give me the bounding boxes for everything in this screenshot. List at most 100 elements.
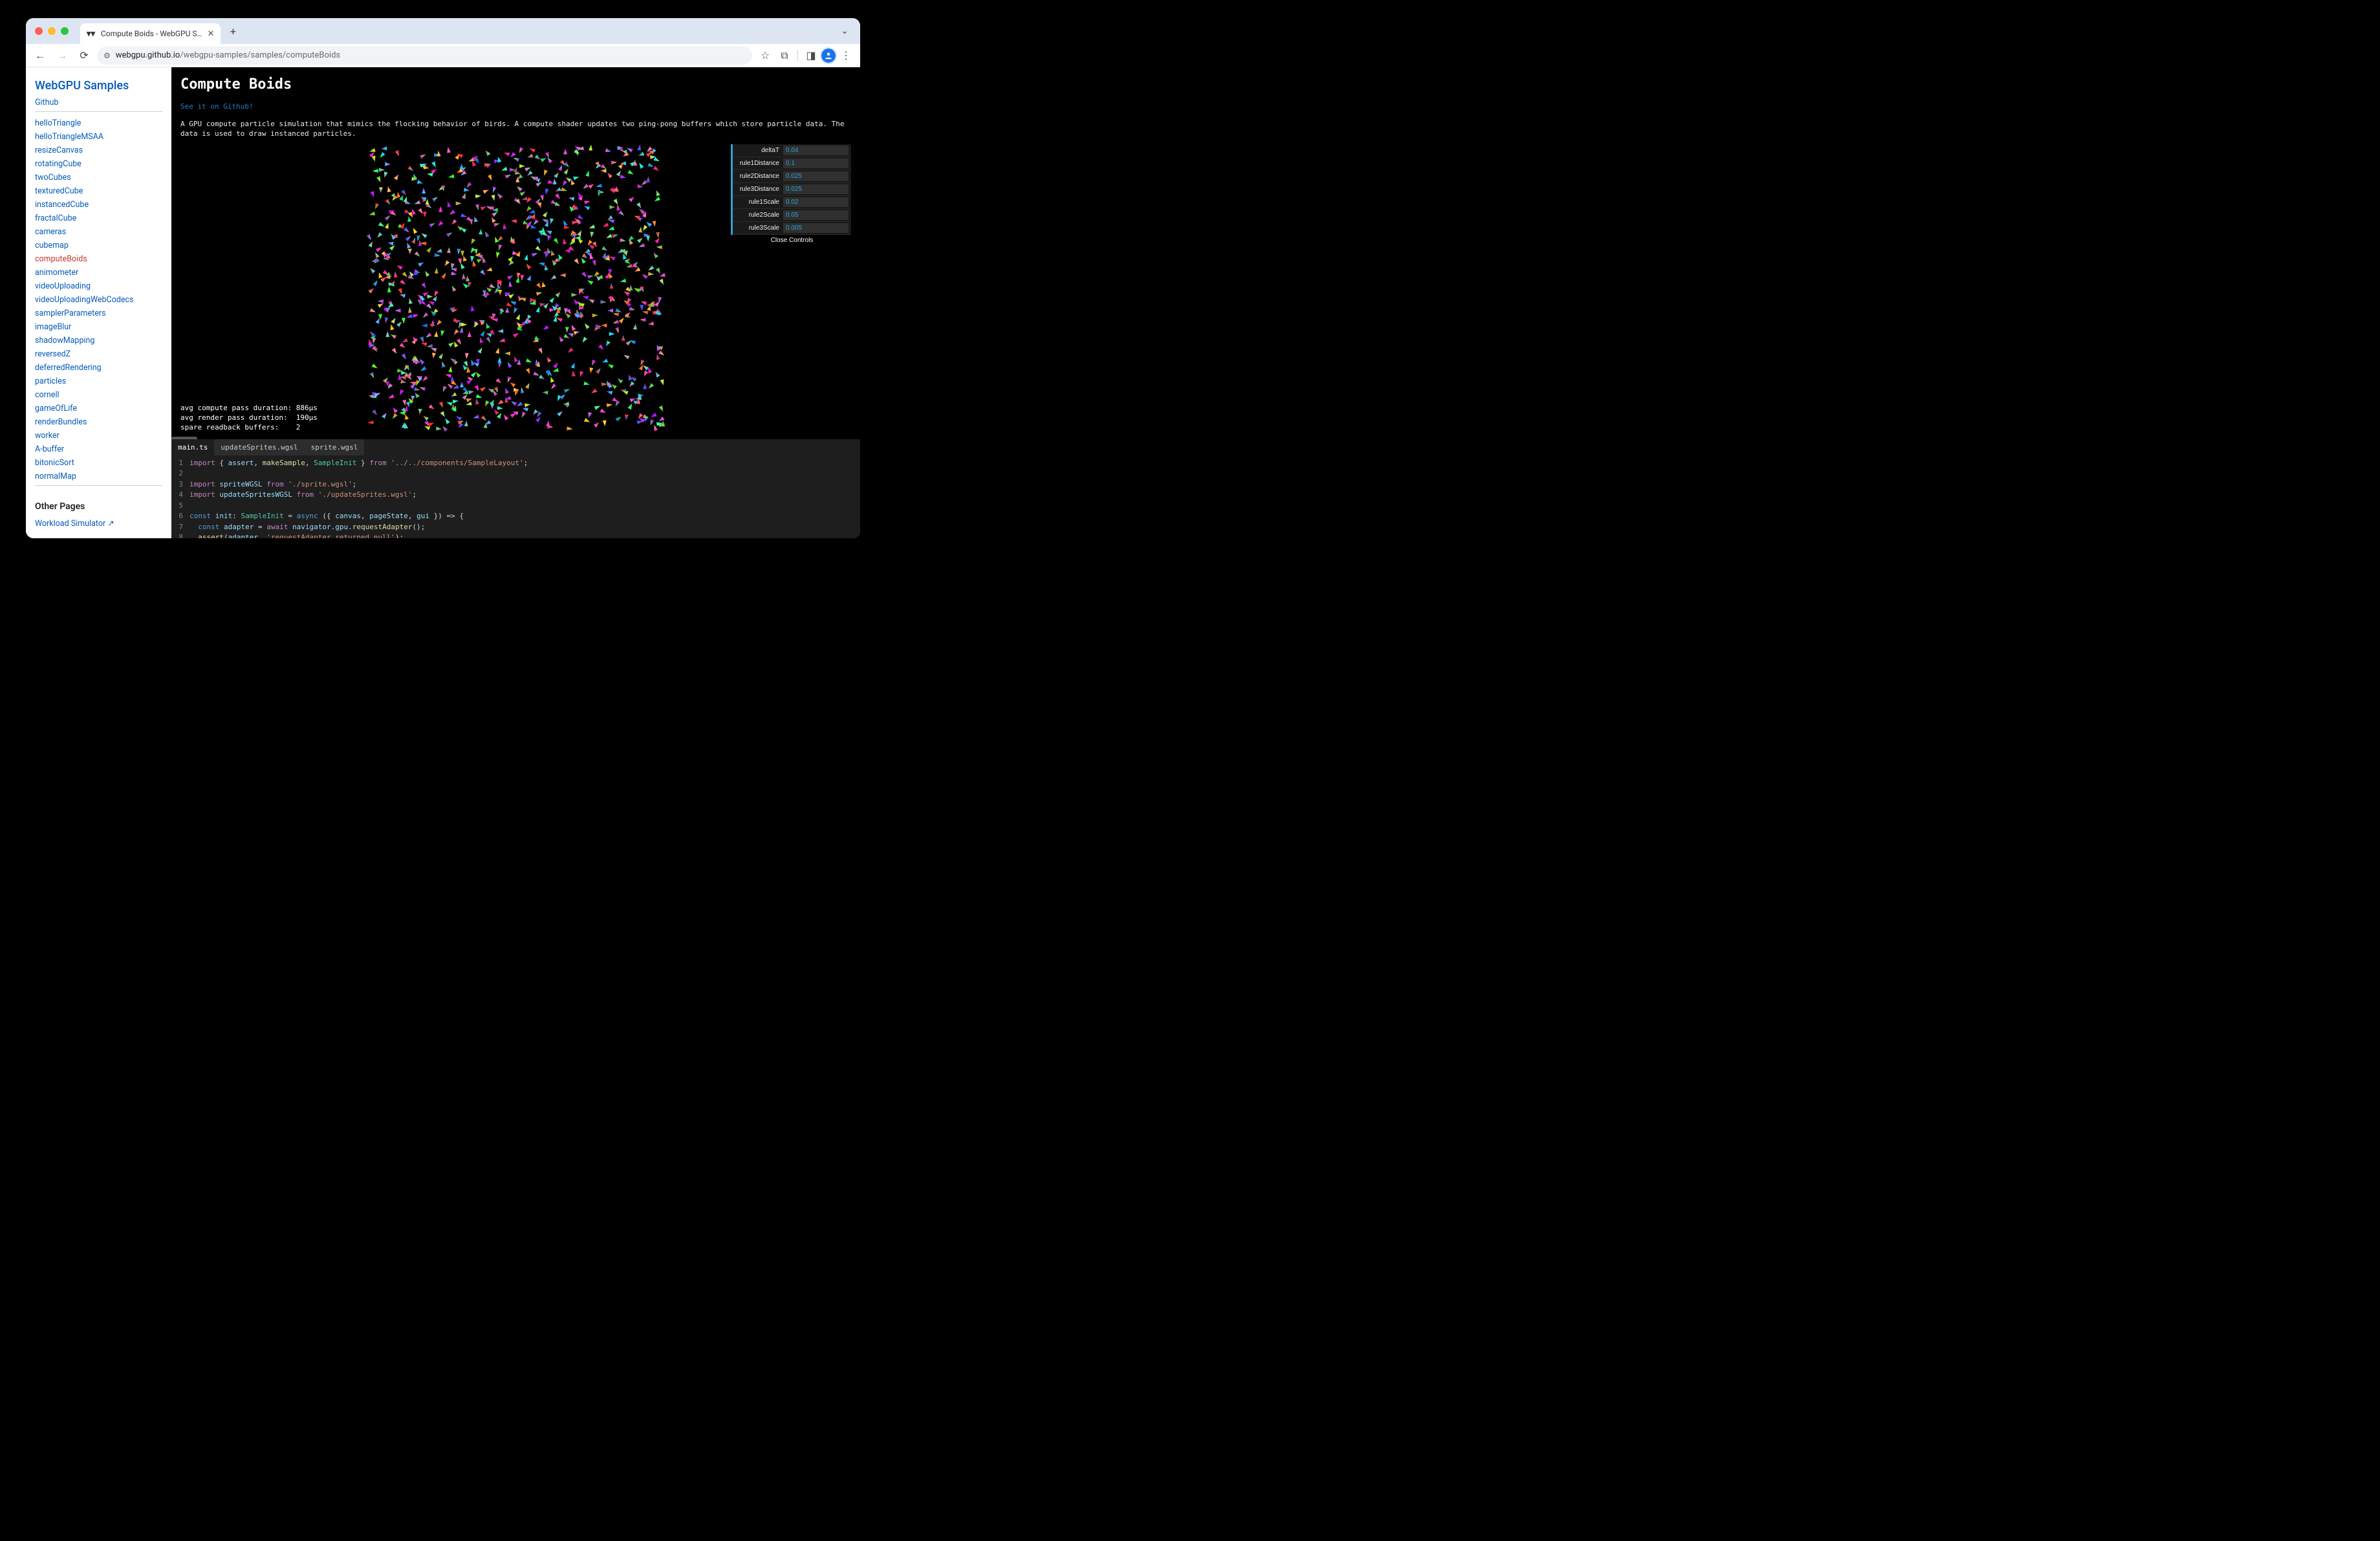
code-line: 6const init: SampleInit = async ({ canva… <box>171 511 860 522</box>
sidebar-divider <box>35 111 162 112</box>
sample-link-A-buffer[interactable]: A-buffer <box>35 444 64 454</box>
bookmark-icon[interactable]: ☆ <box>756 47 774 65</box>
page-description: A GPU compute particle simulation that m… <box>180 119 851 139</box>
other-pages-list: Workload Simulator ↗ <box>35 518 162 529</box>
sample-link-worker[interactable]: worker <box>35 431 60 441</box>
sidebar-item: computeBoids <box>35 254 162 264</box>
sample-link-texturedCube[interactable]: texturedCube <box>35 186 83 196</box>
menu-icon[interactable]: ⋮ <box>837 47 855 65</box>
gui-label: rule2Scale <box>733 212 783 219</box>
sample-link-computeBoids[interactable]: computeBoids <box>35 254 87 264</box>
sample-link-helloTriangle[interactable]: helloTriangle <box>35 118 81 128</box>
sample-link-particles[interactable]: particles <box>35 377 66 386</box>
gui-label: deltaT <box>733 147 783 154</box>
sample-link-gameOfLife[interactable]: gameOfLife <box>35 404 77 413</box>
sidebar-title: WebGPU Samples <box>35 79 162 93</box>
other-pages-heading: Other Pages <box>35 501 162 512</box>
code-tab-main-ts[interactable]: main.ts <box>171 439 214 455</box>
code-tab-updateSprites-wgsl[interactable]: updateSprites.wgsl <box>214 439 304 455</box>
sidebar-item: helloTriangleMSAA <box>35 132 162 142</box>
sample-link-instancedCube[interactable]: instancedCube <box>35 200 89 210</box>
sample-link-shadowMapping[interactable]: shadowMapping <box>35 336 94 345</box>
profile-avatar[interactable] <box>821 49 836 63</box>
site-settings-icon[interactable]: ⚙ <box>103 51 111 60</box>
sample-link-cameras[interactable]: cameras <box>35 227 66 237</box>
back-button[interactable]: ← <box>31 47 49 65</box>
side-panel-icon[interactable]: ◨ <box>802 47 820 65</box>
sample-link-cubemap[interactable]: cubemap <box>35 241 69 250</box>
code-tabs: main.tsupdateSprites.wgslsprite.wgsl <box>171 439 860 455</box>
gui-value-input[interactable]: 0.05 <box>783 210 849 220</box>
close-controls-button[interactable]: Close Controls <box>731 235 851 246</box>
sidebar-github-link[interactable]: Github <box>35 98 162 107</box>
gui-value-input[interactable]: 0.025 <box>783 184 849 194</box>
sample-link-twoCubes[interactable]: twoCubes <box>35 173 71 182</box>
gui-value-input[interactable]: 0.02 <box>783 197 849 207</box>
toolbar-actions: ☆ ⧉ ◨ ⋮ <box>756 47 855 65</box>
sample-link-fractalCube[interactable]: fractalCube <box>35 213 76 223</box>
gui-value-input[interactable]: 0.1 <box>783 158 849 168</box>
code-line: 5 <box>171 501 860 512</box>
see-on-github-link[interactable]: See it on Github! <box>180 102 254 111</box>
address-bar[interactable]: ⚙ webgpu.github.io/webgpu-samples/sample… <box>97 47 752 65</box>
sidebar-item: cubemap <box>35 241 162 250</box>
sample-link-imageBlur[interactable]: imageBlur <box>35 322 71 332</box>
sidebar-item: helloTriangle <box>35 118 162 128</box>
sidebar-item: A-buffer <box>35 444 162 454</box>
sidebar-item: twoCubes <box>35 173 162 182</box>
sample-link-helloTriangleMSAA[interactable]: helloTriangleMSAA <box>35 132 103 142</box>
code-body[interactable]: 1import { assert, makeSample, SampleInit… <box>171 455 860 538</box>
close-window-button[interactable] <box>35 27 43 35</box>
sample-link-samplerParameters[interactable]: samplerParameters <box>35 309 106 318</box>
page-content: WebGPU Samples Github helloTriangle hello… <box>26 67 860 538</box>
sidebar-item: shadowMapping <box>35 336 162 345</box>
sidebar-item: instancedCube <box>35 200 162 210</box>
sample-link-reversedZ[interactable]: reversedZ <box>35 349 70 359</box>
sample-link-animometer[interactable]: animometer <box>35 268 78 278</box>
sample-link-renderBundles[interactable]: renderBundles <box>35 417 87 427</box>
sample-link-cornell[interactable]: cornell <box>35 390 60 400</box>
sidebar-item: worker <box>35 431 162 441</box>
sidebar-item: videoUploadingWebCodecs <box>35 295 162 305</box>
code-tab-sprite-wgsl[interactable]: sprite.wgsl <box>305 439 365 455</box>
code-line: 3import spriteWGSL from './sprite.wgsl'; <box>171 479 860 490</box>
sample-link-deferredRendering[interactable]: deferredRendering <box>35 363 102 373</box>
sidebar-item: texturedCube <box>35 186 162 196</box>
gui-value-input[interactable]: 0.025 <box>783 171 849 181</box>
gui-row-rule2Scale: rule2Scale0.05 <box>733 209 851 222</box>
other-page-link[interactable]: Workload Simulator ↗ <box>35 519 114 529</box>
sidebar-item: particles <box>35 377 162 386</box>
url-text: webgpu.github.io/webgpu-samples/samples/… <box>116 50 340 60</box>
new-tab-button[interactable]: + <box>224 23 241 39</box>
sample-link-videoUploading[interactable]: videoUploading <box>35 281 91 291</box>
browser-window: ▾▾ Compute Boids - WebGPU S… ✕ + ⌄ ← → ⟳… <box>26 18 860 538</box>
sidebar-divider <box>35 485 162 486</box>
sidebar-item: imageBlur <box>35 322 162 332</box>
sidebar-item: samplerParameters <box>35 309 162 318</box>
tab-title: Compute Boids - WebGPU S… <box>101 29 202 38</box>
browser-tab[interactable]: ▾▾ Compute Boids - WebGPU S… ✕ <box>80 23 221 44</box>
sample-link-resizeCanvas[interactable]: resizeCanvas <box>35 146 83 155</box>
sidebar-item: deferredRendering <box>35 363 162 373</box>
sample-link-normalMap[interactable]: normalMap <box>35 472 76 481</box>
sample-link-bitonicSort[interactable]: bitonicSort <box>35 458 74 468</box>
forward-button[interactable]: → <box>53 47 71 65</box>
browser-toolbar: ← → ⟳ ⚙ webgpu.github.io/webgpu-samples/… <box>26 44 860 67</box>
reload-button[interactable]: ⟳ <box>75 47 93 65</box>
divider <box>797 50 798 61</box>
sidebar-item: animometer <box>35 268 162 278</box>
sample-link-rotatingCube[interactable]: rotatingCube <box>35 159 81 169</box>
tab-list-button[interactable]: ⌄ <box>837 23 852 39</box>
sample-link-videoUploadingWebCodecs[interactable]: videoUploadingWebCodecs <box>35 295 134 305</box>
maximize-window-button[interactable] <box>61 27 69 35</box>
close-tab-icon[interactable]: ✕ <box>208 29 215 39</box>
sidebar-item: normalMap <box>35 472 162 481</box>
gui-value-input[interactable]: 0.04 <box>783 146 849 155</box>
gui-value-input[interactable]: 0.005 <box>783 223 849 233</box>
extensions-icon[interactable]: ⧉ <box>775 47 794 65</box>
boids-canvas <box>365 144 666 432</box>
canvas-area: deltaT0.04rule1Distance0.1rule2Distance0… <box>180 144 851 435</box>
minimize-window-button[interactable] <box>48 27 56 35</box>
sidebar-item: gameOfLife <box>35 404 162 413</box>
sidebar: WebGPU Samples Github helloTriangle hello… <box>26 67 171 538</box>
